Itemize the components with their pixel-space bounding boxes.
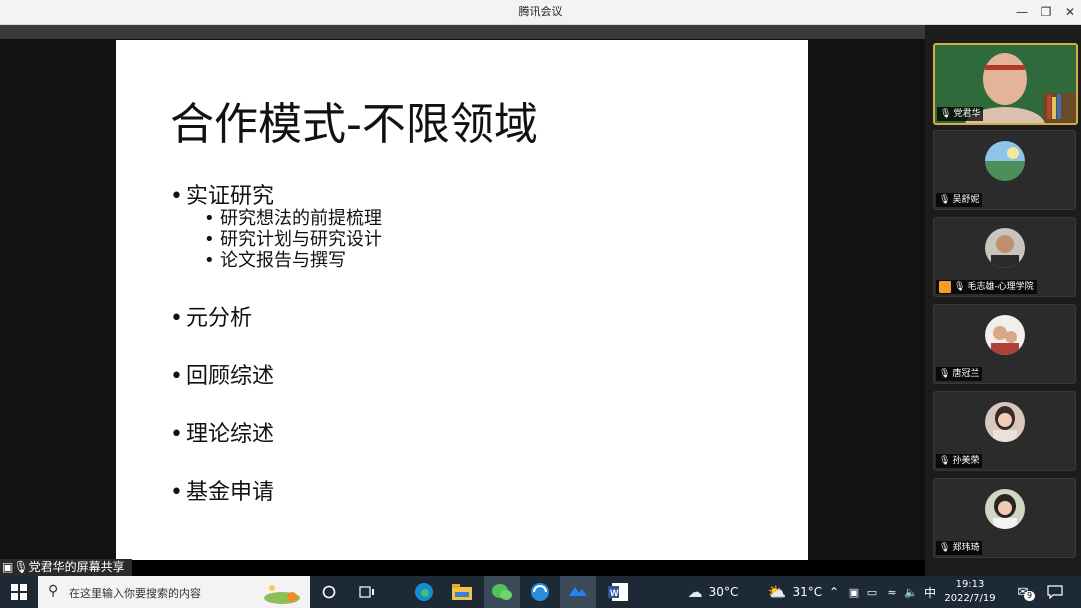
participant-name: 🎙 吴舒妮 — [936, 193, 983, 207]
participant-panel: 🎙 党君华 🎙 吴舒妮 🎙 毛志雄-心理学院 🎙 唐冠兰 🎙 孙美荣 🎙 郑玮琦 — [925, 25, 1081, 576]
taskbar-search[interactable]: ⚲ 在这里输入你要搜索的内容 — [38, 576, 310, 608]
browser-icon[interactable] — [524, 576, 556, 608]
bullet-item: • 回顾综述 — [170, 364, 275, 389]
mic-icon: 🎙 — [939, 195, 951, 205]
participant-name: 🎙 唐冠兰 — [936, 367, 983, 381]
bullet-item: • 基金申请 — [170, 480, 275, 505]
partly-sunny-icon: ⛅ — [767, 583, 787, 601]
mic-icon: 🎙 — [939, 369, 951, 379]
shared-screen: 合作模式-不限领域 • 实证研究 • 研究想法的前提梳理 • 研究计划与研究设计 • 论… — [0, 25, 925, 560]
tencent-meeting-icon[interactable] — [560, 576, 596, 608]
restore-icon[interactable]: ❐ — [1034, 0, 1058, 24]
meet-now-icon[interactable]: ▣ — [846, 576, 862, 608]
screen-share-label[interactable]: ▣🎙党君华的屏幕共享 — [0, 559, 132, 576]
file-explorer-icon[interactable] — [446, 576, 478, 608]
avatar — [984, 228, 1025, 268]
screen-share-icon: ▣ — [2, 560, 14, 574]
windows-start-icon[interactable] — [0, 576, 38, 608]
search-highlight-icon — [264, 585, 300, 604]
participant-name: 🎙 孙美荣 — [936, 454, 983, 468]
battery-icon[interactable]: ▭ — [864, 576, 880, 608]
mic-icon: 🎙 — [939, 543, 951, 553]
share-topbar — [0, 25, 925, 39]
participant-tile[interactable]: 🎙 党君华 — [933, 43, 1078, 125]
bullet-item: • 元分析 — [170, 306, 253, 331]
chevron-up-icon[interactable]: ⌃ — [826, 576, 842, 608]
weather-widget[interactable]: ⛅ 31°C — [765, 576, 825, 608]
edge-icon[interactable] — [408, 576, 440, 608]
wifi-icon[interactable]: ≈ — [884, 576, 900, 608]
participant-tile[interactable]: 🎙 毛志雄-心理学院 — [933, 217, 1076, 297]
slide-title: 合作模式-不限领域 — [170, 99, 538, 150]
action-center-icon[interactable] — [1044, 576, 1066, 608]
weather-widget[interactable]: ☁ 30°C — [683, 576, 743, 608]
participant-tile[interactable]: 🎙 唐冠兰 — [933, 304, 1076, 384]
cortana-icon[interactable] — [318, 576, 340, 608]
avatar — [984, 489, 1025, 529]
word-icon[interactable]: W — [602, 576, 634, 608]
host-icon — [939, 280, 951, 293]
task-view-icon[interactable] — [356, 576, 378, 608]
mic-icon: 🎙 — [954, 282, 966, 292]
notification-badge-icon[interactable]: ✉ 9 — [1010, 576, 1036, 608]
ime-indicator[interactable]: 中 — [921, 576, 939, 608]
system-clock[interactable]: 19:13 2022/7/19 — [944, 578, 996, 606]
svg-text:W: W — [610, 588, 619, 598]
avatar — [984, 141, 1025, 181]
window-title: 腾讯会议 — [518, 5, 563, 18]
mic-icon: 🎙 — [13, 560, 29, 574]
participant-tile[interactable]: 🎙 孙美荣 — [933, 391, 1076, 471]
search-icon: ⚲ — [48, 583, 59, 599]
avatar — [984, 402, 1025, 442]
mic-icon: 🎙 — [940, 109, 952, 119]
participant-name: 🎙 毛志雄-心理学院 — [936, 280, 1037, 294]
sub-bullet-item: • 论文报告与撰写 — [204, 250, 346, 271]
participant-tile[interactable]: 🎙 吴舒妮 — [933, 130, 1076, 210]
avatar — [984, 315, 1025, 355]
participant-name: 🎙 党君华 — [937, 107, 984, 121]
participant-tile[interactable]: 🎙 郑玮琦 — [933, 478, 1076, 558]
taskbar: ⚲ 在这里输入你要搜索的内容 W ☁ 30°C ⛅ 31°C ⌃ ▣ ▭ ≈ 🔈… — [0, 576, 1081, 608]
wechat-icon[interactable] — [484, 576, 520, 608]
cloud-icon: ☁ — [687, 583, 703, 601]
title-bar: 腾讯会议 — ❐ ✕ — [0, 0, 1081, 25]
speaker-icon[interactable]: 🔈 — [902, 576, 920, 608]
participant-name: 🎙 郑玮琦 — [936, 541, 983, 555]
close-icon[interactable]: ✕ — [1058, 0, 1081, 24]
mic-icon: 🎙 — [939, 456, 951, 466]
minimize-icon[interactable]: — — [1010, 0, 1034, 24]
slide: 合作模式-不限领域 • 实证研究 • 研究想法的前提梳理 • 研究计划与研究设计 • 论… — [116, 40, 808, 560]
search-placeholder: 在这里输入你要搜索的内容 — [69, 587, 201, 600]
bullet-item: • 理论综述 — [170, 422, 275, 447]
